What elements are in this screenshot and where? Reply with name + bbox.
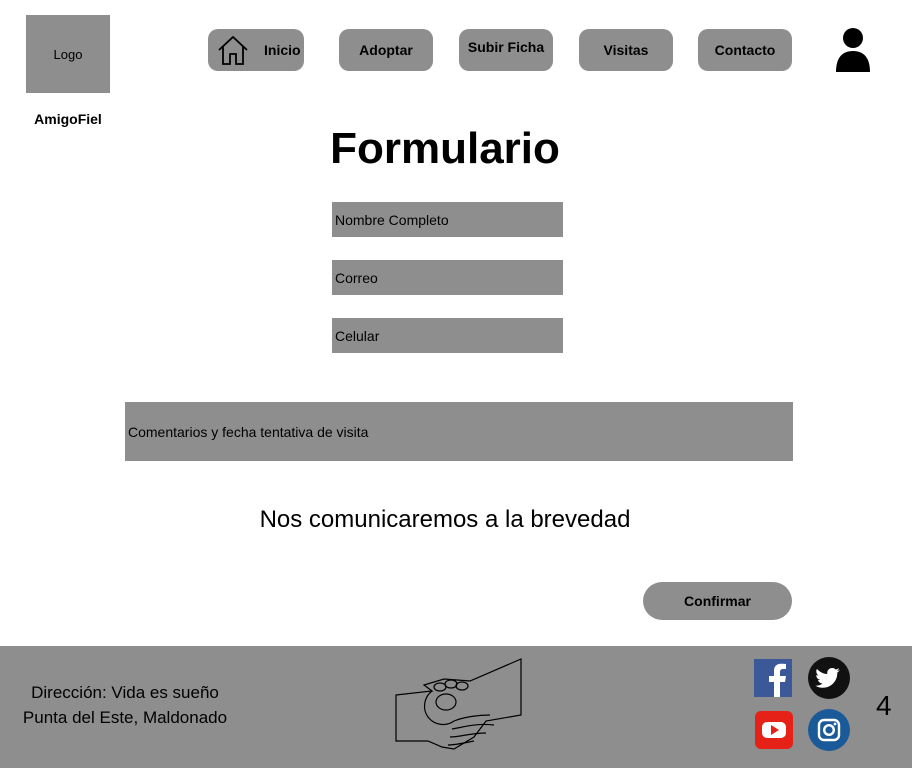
footer-address: Dirección: Vida es sueño Punta del Este,… <box>10 680 240 730</box>
instagram-icon[interactable] <box>808 709 850 751</box>
nav-contacto-label: Contacto <box>714 42 776 58</box>
user-icon[interactable] <box>834 28 872 74</box>
confirm-button[interactable]: Confirmar <box>643 582 792 620</box>
address-line-1: Dirección: Vida es sueño <box>31 683 219 702</box>
nav-visitas-label: Visitas <box>603 42 649 58</box>
full-name-field[interactable]: Nombre Completo <box>332 202 563 237</box>
nav-inicio-label: Inicio <box>264 42 301 58</box>
phone-field[interactable]: Celular <box>332 318 563 353</box>
home-icon <box>218 35 248 65</box>
facebook-icon[interactable] <box>754 659 792 697</box>
confirm-label: Confirmar <box>684 593 751 609</box>
nav-adoptar-label: Adoptar <box>359 42 413 58</box>
address-line-2: Punta del Este, Maldonado <box>22 708 228 727</box>
nav-contacto-button[interactable]: Contacto <box>698 29 792 71</box>
logo-text: Logo <box>53 46 83 62</box>
comments-field[interactable]: Comentarios y fecha tentativa de visita <box>125 402 793 461</box>
email-placeholder: Correo <box>335 269 378 286</box>
nav-subir-ficha-button[interactable]: Subir Ficha <box>459 29 553 71</box>
handshake-paw-icon <box>395 658 522 750</box>
nav-subir-ficha-label: Subir Ficha <box>467 39 545 55</box>
confirmation-message: Nos comunicaremos a la brevedad <box>259 506 631 533</box>
youtube-icon[interactable] <box>755 711 793 749</box>
logo[interactable]: Logo <box>26 15 110 93</box>
nav-visitas-button[interactable]: Visitas <box>579 29 673 71</box>
full-name-placeholder: Nombre Completo <box>335 211 449 228</box>
nav-inicio-button[interactable]: Inicio <box>208 29 304 71</box>
email-field[interactable]: Correo <box>332 260 563 295</box>
page-number: 4 <box>876 690 892 721</box>
page-title: Formulario <box>330 124 560 173</box>
comments-placeholder: Comentarios y fecha tentativa de visita <box>128 423 369 440</box>
phone-placeholder: Celular <box>335 327 380 344</box>
twitter-icon[interactable] <box>808 657 850 699</box>
nav-adoptar-button[interactable]: Adoptar <box>339 29 433 71</box>
